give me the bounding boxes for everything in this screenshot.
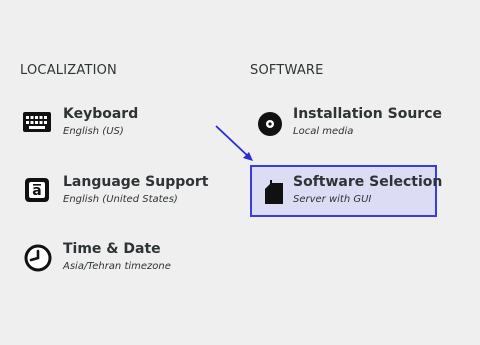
spoke-language-support[interactable]: a Language Support English (United State… — [20, 174, 209, 222]
software-title: SOFTWARE — [250, 63, 324, 78]
language-status: English (United States) — [63, 194, 178, 205]
annotation-arrow-icon — [215, 125, 253, 161]
keyboard-status: English (US) — [63, 126, 124, 137]
installation-source-label: Installation Source — [293, 106, 443, 122]
localization-title: LOCALIZATION — [20, 63, 117, 78]
language-label: Language Support — [63, 174, 209, 190]
installation-source-status: Local media — [293, 126, 354, 137]
package-icon — [258, 176, 290, 208]
keyboard-icon — [20, 106, 52, 138]
spoke-time-date[interactable]: Time & Date Asia/Tehran timezone — [20, 241, 205, 289]
language-icon: a — [20, 174, 52, 206]
clock-icon — [20, 241, 52, 273]
spoke-keyboard[interactable]: Keyboard English (US) — [20, 106, 205, 154]
spoke-software-selection[interactable]: Software Selection Server with GUI — [250, 165, 442, 217]
software-selection-status: Server with GUI — [293, 194, 372, 205]
spoke-installation-source[interactable]: Installation Source Local media — [250, 106, 442, 154]
keyboard-label: Keyboard — [63, 106, 139, 122]
time-date-status: Asia/Tehran timezone — [63, 261, 171, 272]
software-selection-label: Software Selection — [293, 174, 443, 190]
time-date-label: Time & Date — [63, 241, 161, 257]
